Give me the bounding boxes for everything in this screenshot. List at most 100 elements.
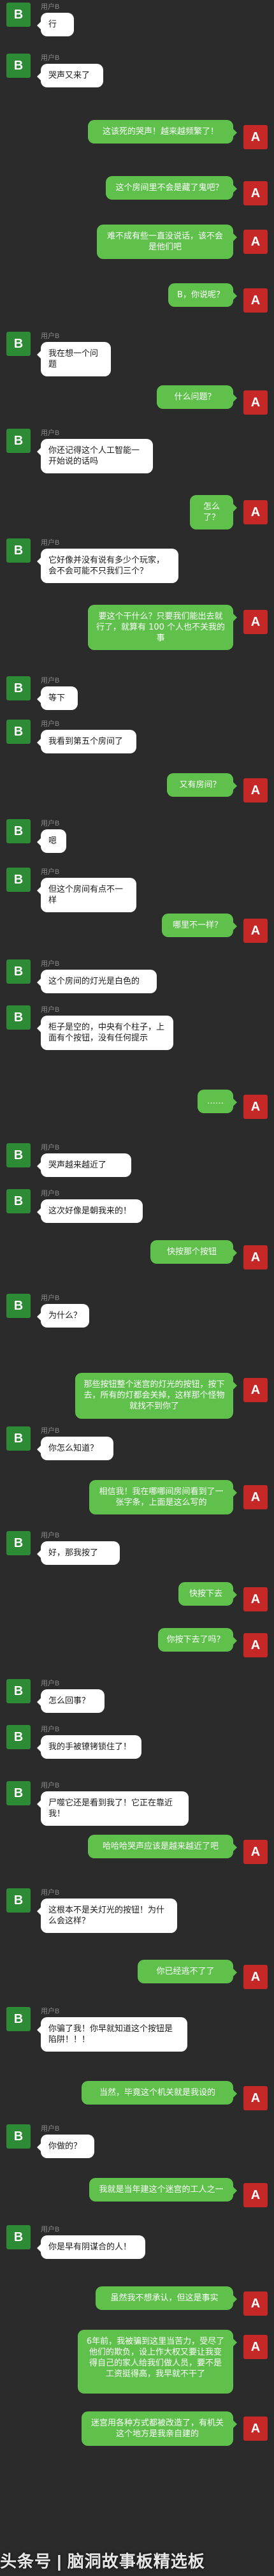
message-bubble[interactable]: 你按下去了吗？ <box>158 1628 237 1652</box>
message-bubble[interactable]: 柜子是空的，中央有个柱子，上面有个按钮，没有任何提示 <box>37 1016 173 1050</box>
avatar-user-a[interactable]: A <box>243 1378 268 1402</box>
chat-thread[interactable]: B 用户B 行 B 用户B 哭声又来了 A 这该死的哭声！越来越频繁了！ A 这个房间里不会是藏了… <box>0 0 274 2576</box>
message-bubble[interactable]: 快按下去 <box>178 1582 237 1606</box>
avatar-user-b[interactable]: B <box>6 3 31 27</box>
avatar-user-b[interactable]: B <box>6 1426 31 1451</box>
avatar-user-a[interactable]: A <box>243 610 268 634</box>
avatar-user-a[interactable]: A <box>243 2291 268 2316</box>
sender-name: 用户B <box>41 1782 60 1789</box>
message-bubble[interactable]: 怎么回事？ <box>37 1689 105 1713</box>
message-bubble[interactable]: 嗯 <box>37 829 66 853</box>
avatar-user-a[interactable]: A <box>243 1633 268 1657</box>
avatar-user-a[interactable]: A <box>243 500 268 524</box>
message-bubble[interactable]: 哈哈哈哭声应该是越来越近了吧 <box>88 1835 237 1858</box>
avatar-user-b[interactable]: B <box>6 1143 31 1167</box>
message-row-a: A 相信我！我在哪哪间房间看到了一张字条，上面是这么写的 <box>0 1480 274 1526</box>
avatar-user-b[interactable]: B <box>6 676 31 700</box>
message-bubble[interactable]: 哭声又来了 <box>37 64 103 87</box>
message-bubble[interactable]: 哪里不一样？ <box>162 914 237 937</box>
message-bubble[interactable]: 行 <box>37 13 74 36</box>
message-bubble[interactable]: 它好像并没有说有多少个玩家，会不会可能不只我们三个？ <box>37 549 178 583</box>
message-bubble[interactable]: 难不成有些一直没说话，该不会是他们吧 <box>97 225 237 259</box>
avatar-user-b[interactable]: B <box>6 332 31 356</box>
avatar-user-a[interactable]: A <box>243 125 268 149</box>
message-bubble[interactable]: 你怎么知道？ <box>37 1437 113 1460</box>
message-bubble[interactable]: 你做的？ <box>37 2135 94 2158</box>
message-bubble[interactable]: 好，那我按了 <box>37 1541 120 1565</box>
avatar-user-a[interactable]: A <box>243 1840 268 1864</box>
avatar-user-a[interactable]: A <box>243 181 268 205</box>
message-bubble[interactable]: 这根本不是关灯光的按钮！为什么会这样？ <box>37 1899 177 1933</box>
message-bubble[interactable]: 6年前，我被骗到这里当苦力，受尽了他们的欺负，设上作大权又要让我变得自己的家人给… <box>78 2330 237 2394</box>
message-bubble[interactable]: 相信我！我在哪哪间房间看到了一张字条，上面是这么写的 <box>89 1480 237 1514</box>
message-bubble[interactable]: 你还记得这个人工智能一开始说的话吗 <box>37 439 153 473</box>
avatar-user-b[interactable]: B <box>6 1005 31 1030</box>
message-bubble[interactable]: 你骗了我！你早就知道这个按钮是陷阱！！！ <box>37 2017 187 2052</box>
avatar-user-a[interactable]: A <box>243 919 268 943</box>
avatar-user-a[interactable]: A <box>243 1587 268 1611</box>
avatar-user-a[interactable]: A <box>243 778 268 803</box>
message-bubble[interactable]: B，你说呢？ <box>168 283 237 307</box>
message-bubble[interactable]: 迷宫用各种方式都被改造了，有机关这个地方是我亲自建的 <box>82 2411 237 2446</box>
avatar-user-b[interactable]: B <box>6 819 31 843</box>
avatar-user-b[interactable]: B <box>6 2225 31 2249</box>
message-bubble[interactable]: 但这个房间有点不一样 <box>37 878 136 912</box>
sender-name: 用户B <box>41 2125 60 2133</box>
avatar-user-b[interactable]: B <box>6 538 31 563</box>
avatar-user-a[interactable]: A <box>243 1095 268 1119</box>
message-bubble[interactable]: 我就是当年建这个迷宫的工人之一 <box>89 2178 237 2202</box>
avatar-user-b[interactable]: B <box>6 1294 31 1318</box>
avatar-user-b[interactable]: B <box>6 1189 31 1213</box>
message-row-a: A 这该死的哭声！越来越频繁了！ <box>0 120 274 153</box>
message-bubble[interactable]: 这个房间里不会是藏了鬼吧？ <box>106 176 237 200</box>
message-bubble[interactable]: 哭声越来越近了 <box>37 1153 131 1177</box>
message-bubble[interactable]: 要这个干什么？只要我们能出去就行了，就算有 100 个人也不关我的事 <box>88 605 237 650</box>
sender-name: 用户B <box>41 539 60 547</box>
avatar-user-b[interactable]: B <box>6 1888 31 1913</box>
sender-name: 用户B <box>41 3 60 11</box>
avatar-user-a[interactable]: A <box>243 2417 268 2441</box>
avatar-user-a[interactable]: A <box>243 1485 268 1509</box>
message-bubble[interactable]: 那些按钮整个迷宫的灯光的按钮，按下去，所有的灯都会关掉，这样那个怪物就找不到你了 <box>75 1373 237 1419</box>
avatar-user-a[interactable]: A <box>243 1245 268 1269</box>
avatar-user-b[interactable]: B <box>6 959 31 984</box>
message-bubble[interactable]: …… <box>198 1090 237 1113</box>
avatar-user-b[interactable]: B <box>6 54 31 78</box>
message-bubble[interactable]: 又有房间？ <box>167 773 237 797</box>
avatar-user-b[interactable]: B <box>6 1679 31 1703</box>
avatar-user-b[interactable]: B <box>6 868 31 892</box>
avatar-user-b[interactable]: B <box>6 1531 31 1555</box>
message-bubble[interactable]: 怎么了？ <box>190 495 237 529</box>
message-bubble[interactable]: 虽然我不想承认，但这是事实 <box>96 2286 237 2310</box>
avatar-user-a[interactable]: A <box>243 288 268 313</box>
avatar-user-a[interactable]: A <box>243 2086 268 2110</box>
message-bubble[interactable]: 这该死的哭声！越来越频繁了！ <box>88 120 237 144</box>
avatar-user-a[interactable]: A <box>243 230 268 254</box>
avatar-user-a[interactable]: A <box>243 390 268 415</box>
message-bubble[interactable]: 我看到第五个房间了 <box>37 730 136 753</box>
message-bubble[interactable]: 这次好像是朝我来的！ <box>37 1199 143 1223</box>
avatar-user-a[interactable]: A <box>243 1965 268 1989</box>
avatar-user-b[interactable]: B <box>6 720 31 744</box>
message-bubble[interactable]: 什么问题？ <box>157 385 237 409</box>
message-bubble[interactable]: 当然，毕竟这个机关就是我设的 <box>82 2081 237 2105</box>
message-bubble[interactable]: 你是早有阴谋合的人！ <box>37 2235 145 2259</box>
avatar-user-a[interactable]: A <box>243 2183 268 2207</box>
message-bubble[interactable]: 快按那个按钮 <box>150 1240 237 1264</box>
message-bubble[interactable]: 我的手被镣铐锁住了！ <box>37 1735 141 1759</box>
avatar-user-b[interactable]: B <box>6 1725 31 1749</box>
message-bubble[interactable]: 我在想一个问题 <box>37 342 111 376</box>
message-bubble[interactable]: 为什么？ <box>37 1304 89 1328</box>
message-row-b: B 用户B 这根本不是关灯光的按钮！为什么会这样？ <box>0 1888 274 1934</box>
message-row-a: A 又有房间？ <box>0 773 274 806</box>
avatar-user-b[interactable]: B <box>6 429 31 453</box>
message-bubble[interactable]: 你已经逃不了了 <box>138 1960 237 1983</box>
avatar-user-b[interactable]: B <box>6 2124 31 2149</box>
message-bubble[interactable]: 尸噬它还是看到我了！它正在靠近我！ <box>37 1791 189 1826</box>
message-bubble[interactable]: 这个房间的灯光是白色的 <box>37 970 157 993</box>
avatar-user-a[interactable]: A <box>243 2335 268 2359</box>
message-row-b: B 用户B 你还记得这个人工智能一开始说的话吗 <box>0 429 274 475</box>
message-bubble[interactable]: 等下 <box>37 686 78 710</box>
avatar-user-b[interactable]: B <box>6 2007 31 2031</box>
avatar-user-b[interactable]: B <box>6 1781 31 1805</box>
